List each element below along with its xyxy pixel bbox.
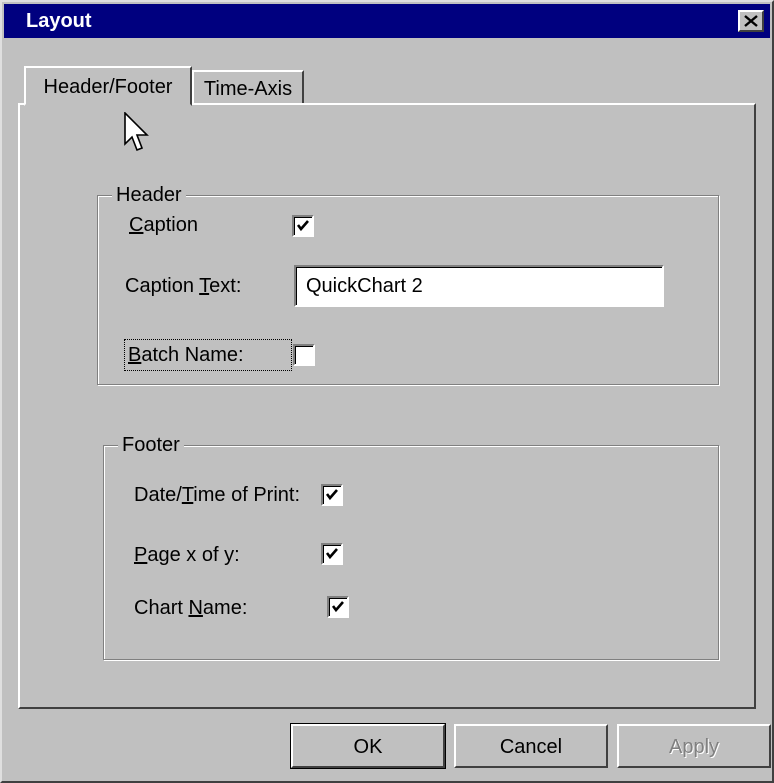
- close-button[interactable]: [738, 10, 764, 32]
- chart-name-checkbox[interactable]: [327, 596, 349, 618]
- tab-time-axis[interactable]: Time-Axis: [192, 70, 304, 104]
- mouse-pointer-icon: [124, 112, 149, 152]
- page-x-of-y-label: Page x of y:: [134, 544, 240, 566]
- footer-legend: Footer: [118, 432, 184, 458]
- apply-button[interactable]: Apply: [617, 724, 771, 768]
- title-bar[interactable]: Layout: [4, 4, 770, 38]
- checkmark-icon: [325, 489, 338, 501]
- date-time-label: Date/Time of Print:: [134, 484, 300, 506]
- checkmark-icon: [325, 548, 338, 560]
- cancel-button[interactable]: Cancel: [454, 724, 608, 768]
- date-time-checkbox[interactable]: [321, 484, 343, 506]
- header-legend: Header: [112, 182, 186, 208]
- batch-name-checkbox[interactable]: [293, 344, 315, 366]
- close-icon: [744, 15, 758, 27]
- caption-label: Caption: [129, 214, 198, 236]
- tab-header-footer[interactable]: Header/Footer: [24, 66, 192, 106]
- batch-name-label: Batch Name:: [128, 344, 244, 366]
- caption-text-label: Caption Text:: [125, 275, 242, 297]
- page-x-of-y-checkbox[interactable]: [321, 543, 343, 565]
- chart-name-label: Chart Name:: [134, 597, 248, 619]
- caption-text-input[interactable]: [294, 265, 664, 307]
- window-title: Layout: [26, 10, 92, 32]
- checkmark-icon: [296, 220, 309, 232]
- ok-button[interactable]: OK: [290, 723, 446, 769]
- caption-checkbox[interactable]: [292, 215, 314, 237]
- checkmark-icon: [331, 601, 344, 613]
